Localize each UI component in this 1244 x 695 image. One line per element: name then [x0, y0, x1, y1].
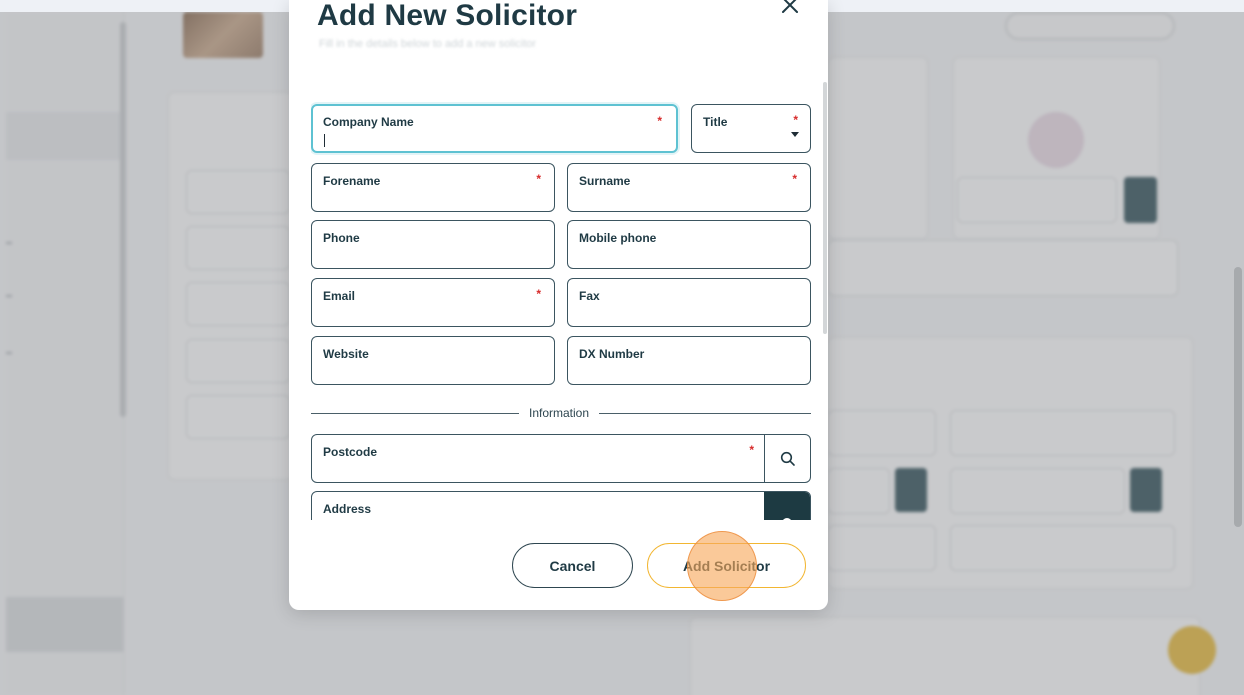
- required-mark: *: [749, 443, 754, 457]
- company-name-label: Company Name: [323, 115, 414, 129]
- email-field[interactable]: Email *: [311, 278, 555, 327]
- solicitor-form: Company Name * Title * Forename * Surnam…: [311, 100, 811, 520]
- company-name-field[interactable]: Company Name *: [311, 104, 678, 153]
- website-field[interactable]: Website: [311, 336, 555, 385]
- dx-number-field[interactable]: DX Number: [567, 336, 811, 385]
- text-cursor: [324, 134, 325, 147]
- postcode-label: Postcode: [323, 445, 378, 459]
- search-icon: [780, 451, 795, 466]
- forename-field[interactable]: Forename *: [311, 163, 555, 212]
- surname-field[interactable]: Surname *: [567, 163, 811, 212]
- required-mark: *: [793, 113, 798, 127]
- close-icon[interactable]: [779, 0, 801, 16]
- required-mark: *: [657, 114, 662, 128]
- add-solicitor-modal: Add New Solicitor Fill in the details be…: [289, 0, 828, 610]
- title-label: Title: [703, 115, 728, 129]
- phone-label: Phone: [323, 231, 360, 245]
- section-label-information: Information: [519, 406, 600, 420]
- modal-title: Add New Solicitor: [317, 0, 578, 32]
- address-action-button[interactable]: [764, 492, 810, 520]
- required-mark: *: [536, 172, 541, 186]
- location-icon: [782, 518, 792, 520]
- title-select[interactable]: Title *: [691, 104, 811, 153]
- add-solicitor-button[interactable]: Add Solicitor: [647, 543, 806, 588]
- email-label: Email: [323, 289, 356, 303]
- required-mark: *: [536, 287, 541, 301]
- modal-scrollbar[interactable]: [823, 82, 827, 334]
- fax-label: Fax: [579, 289, 600, 303]
- forename-label: Forename: [323, 174, 381, 188]
- mobile-phone-field[interactable]: Mobile phone: [567, 220, 811, 269]
- fax-field[interactable]: Fax: [567, 278, 811, 327]
- address-field[interactable]: Address: [311, 491, 811, 520]
- chevron-down-icon: [791, 132, 799, 137]
- mobile-phone-label: Mobile phone: [579, 231, 657, 245]
- cancel-button[interactable]: Cancel: [512, 543, 633, 588]
- dx-number-label: DX Number: [579, 347, 645, 361]
- surname-label: Surname: [579, 174, 631, 188]
- address-label: Address: [323, 502, 372, 516]
- website-label: Website: [323, 347, 369, 361]
- phone-field[interactable]: Phone: [311, 220, 555, 269]
- postcode-field[interactable]: Postcode *: [311, 434, 811, 483]
- modal-subtitle: Fill in the details below to add a new s…: [319, 38, 537, 50]
- postcode-search-button[interactable]: [764, 435, 810, 483]
- required-mark: *: [792, 172, 797, 186]
